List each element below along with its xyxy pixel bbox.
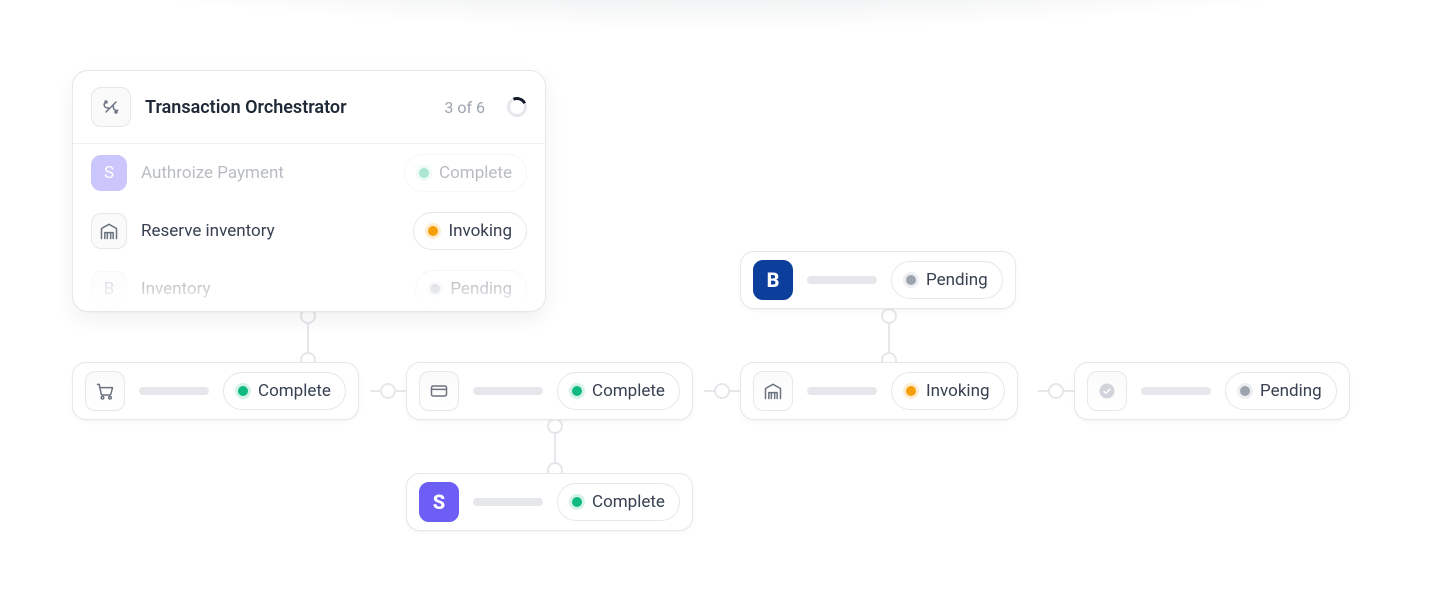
orchestrator-title: Transaction Orchestrator — [145, 97, 430, 118]
spinner-icon — [504, 94, 530, 120]
connector-node-3-4 — [1048, 383, 1064, 399]
cart-icon — [85, 371, 125, 411]
status-dot — [572, 386, 582, 396]
flow-node-check[interactable]: Pending — [1074, 362, 1350, 420]
status-dot — [906, 386, 916, 396]
status-pill: Invoking — [413, 212, 527, 250]
connector-node-n3-top-a — [881, 308, 897, 324]
status-pill: Invoking — [891, 372, 1005, 410]
flow-node-label-placeholder — [807, 387, 877, 395]
status-text: Invoking — [926, 381, 990, 401]
status-pill: Pending — [415, 270, 527, 308]
orchestrator-progress: 3 of 6 — [444, 98, 485, 117]
status-pill: Pending — [1225, 372, 1337, 410]
status-text: Pending — [926, 270, 988, 290]
flow-node-b[interactable]: B Pending — [740, 251, 1016, 309]
warehouse-icon — [753, 371, 793, 411]
status-dot — [419, 168, 429, 178]
status-text: Complete — [592, 381, 665, 401]
status-text: Complete — [592, 492, 665, 512]
status-pill: Complete — [404, 154, 527, 192]
warehouse-icon — [91, 213, 127, 249]
status-pill: Complete — [557, 372, 680, 410]
flow-node-label-placeholder — [473, 498, 543, 506]
letter-s-icon: S — [91, 155, 127, 191]
status-text: Complete — [439, 163, 512, 183]
flow-node-label-placeholder — [139, 387, 209, 395]
status-dot — [238, 386, 248, 396]
connector-node-1-2 — [380, 383, 396, 399]
list-item-label: Reserve inventory — [141, 221, 275, 241]
tools-icon — [91, 87, 131, 127]
letter-b-icon: B — [753, 260, 793, 300]
list-item[interactable]: Reserve inventory Invoking — [73, 202, 545, 260]
status-dot — [572, 497, 582, 507]
list-item-label: Authroize Payment — [141, 163, 284, 183]
list-item-label: Inventory — [141, 279, 211, 299]
status-text: Pending — [450, 279, 512, 299]
orchestrator-header: Transaction Orchestrator 3 of 6 — [73, 71, 545, 144]
connector-node-n2-bot-a — [547, 418, 563, 434]
status-dot — [428, 226, 438, 236]
status-pill: Complete — [223, 372, 346, 410]
flow-node-label-placeholder — [807, 276, 877, 284]
flow-node-s[interactable]: S Complete — [406, 473, 693, 531]
status-pill: Pending — [891, 261, 1003, 299]
letter-b-icon: B — [91, 271, 127, 307]
flow-node-card[interactable]: Complete — [406, 362, 693, 420]
connector-node-2-3 — [714, 383, 730, 399]
list-item[interactable]: B Inventory Pending — [73, 260, 545, 311]
list-item[interactable]: S Authroize Payment Complete — [73, 144, 545, 202]
flow-node-cart[interactable]: Complete — [72, 362, 359, 420]
status-dot — [1240, 386, 1250, 396]
orchestrator-panel[interactable]: Transaction Orchestrator 3 of 6 S Authro… — [72, 70, 546, 312]
status-pill: Complete — [557, 483, 680, 521]
status-dot — [430, 284, 440, 294]
flow-node-warehouse[interactable]: Invoking — [740, 362, 1018, 420]
status-text: Pending — [1260, 381, 1322, 401]
flow-node-label-placeholder — [1141, 387, 1211, 395]
status-text: Invoking — [448, 221, 512, 241]
status-dot — [906, 275, 916, 285]
flow-node-label-placeholder — [473, 387, 543, 395]
status-text: Complete — [258, 381, 331, 401]
letter-s-icon: S — [419, 482, 459, 522]
orchestrator-list: S Authroize Payment Complete Reserve inv… — [73, 144, 545, 311]
check-circle-icon — [1087, 371, 1127, 411]
credit-card-icon — [419, 371, 459, 411]
